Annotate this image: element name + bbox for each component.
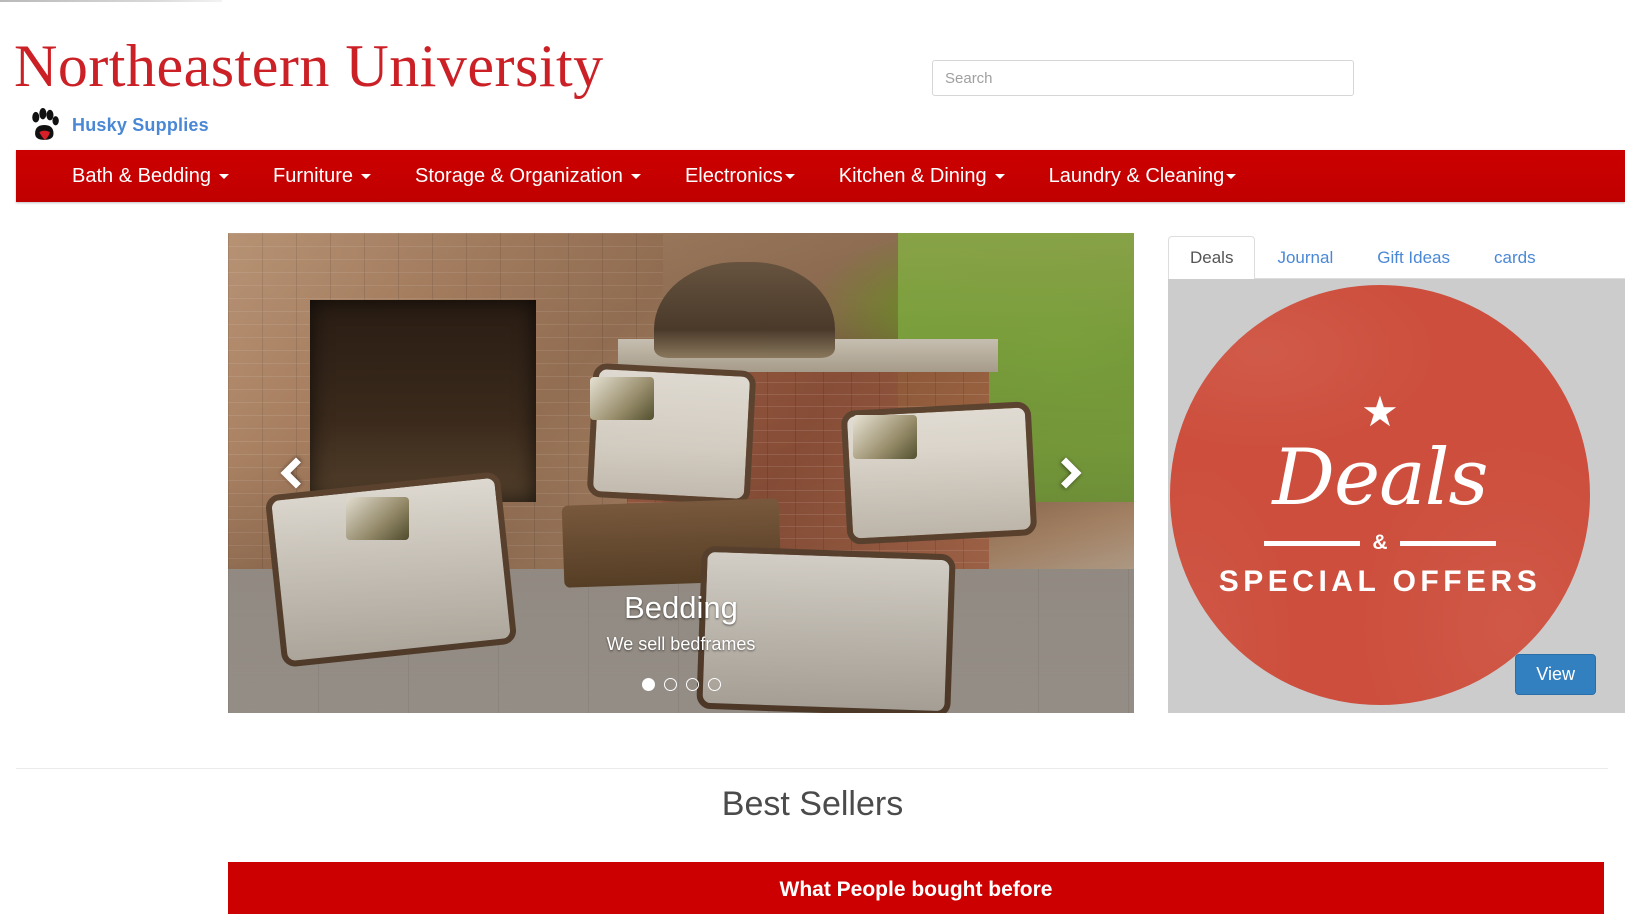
badge-offers-text: SPECIAL OFFERS xyxy=(1218,565,1542,598)
search-container xyxy=(932,60,1354,96)
nav-item-storage-organization[interactable]: Storage & Organization xyxy=(415,159,641,194)
carousel-slide-subtitle: We sell bedframes xyxy=(606,634,756,654)
chevron-right-icon xyxy=(1050,457,1082,489)
tab-journal[interactable]: Journal xyxy=(1255,236,1355,279)
carousel-indicator-3[interactable] xyxy=(685,678,699,691)
nav-item-label: Storage & Organization xyxy=(415,164,623,187)
nav-item-electronics[interactable]: Electronics xyxy=(685,159,795,194)
badge-content: ★ Deals & SPECIAL OFFERS xyxy=(1170,285,1590,705)
best-sellers-heading: Best Sellers xyxy=(721,785,904,823)
badge-ampersand-row: & xyxy=(1264,531,1496,555)
best-sellers-banner: What People bought before xyxy=(228,862,1604,914)
nav-item-bath-bedding[interactable]: Bath & Bedding xyxy=(72,159,229,194)
deals-side-panel: Deals Journal Gift Ideas cards ★ Deals &… xyxy=(1168,233,1625,713)
search-input[interactable] xyxy=(932,60,1354,96)
chevron-down-icon xyxy=(784,173,795,179)
deals-badge-graphic: ★ Deals & SPECIAL OFFERS xyxy=(1170,285,1590,705)
badge-rule-right xyxy=(1399,540,1496,546)
carousel-indicator-2[interactable] xyxy=(663,678,677,691)
chevron-down-icon xyxy=(219,173,229,179)
main-navbar: Bath & Bedding Furniture Storage & Organ… xyxy=(16,150,1625,202)
view-deals-button[interactable]: View xyxy=(1515,654,1596,695)
chevron-left-icon xyxy=(280,457,312,489)
carousel-caption: Bedding We sell bedframes xyxy=(228,589,1134,655)
nav-item-label: Laundry & Cleaning xyxy=(1048,164,1225,187)
nav-item-kitchen-dining[interactable]: Kitchen & Dining xyxy=(839,159,1005,194)
tab-gift-ideas[interactable]: Gift Ideas xyxy=(1355,236,1472,279)
nav-item-furniture[interactable]: Furniture xyxy=(273,159,372,194)
chevron-down-icon xyxy=(630,173,641,179)
chevron-down-icon xyxy=(994,173,1005,179)
deals-tab-pane: ★ Deals & SPECIAL OFFERS View xyxy=(1168,279,1625,713)
tab-cards[interactable]: cards xyxy=(1472,236,1558,279)
badge-script-text: Deals xyxy=(1272,433,1488,523)
nav-item-label: Bath & Bedding xyxy=(72,164,211,187)
nav-item-label: Electronics xyxy=(684,164,783,187)
section-divider xyxy=(16,768,1608,769)
badge-ampersand: & xyxy=(1372,531,1388,554)
nav-item-label: Kitchen & Dining xyxy=(838,164,987,187)
nav-item-label: Furniture xyxy=(273,164,354,187)
husky-supplies-brand[interactable]: Husky Supplies xyxy=(28,108,209,142)
nav-item-list: Bath & Bedding Furniture Storage & Organ… xyxy=(16,150,1625,202)
star-icon: ★ xyxy=(1361,388,1399,435)
husky-supplies-label: Husky Supplies xyxy=(72,114,209,135)
tab-deals[interactable]: Deals xyxy=(1168,236,1256,279)
badge-rule-left xyxy=(1264,540,1361,546)
university-wordmark[interactable]: Northeastern University xyxy=(14,36,604,96)
carousel-indicator-4[interactable] xyxy=(707,678,721,691)
carousel-indicators xyxy=(228,678,1134,691)
chevron-down-icon xyxy=(361,173,372,179)
nav-item-laundry-cleaning[interactable]: Laundry & Cleaning xyxy=(1049,159,1237,194)
carousel-slide-title: Bedding xyxy=(624,589,738,625)
site-header: Northeastern University Husky Supplies xyxy=(0,0,1625,150)
hero-carousel[interactable]: Bedding We sell bedframes xyxy=(228,233,1134,713)
page-root: Northeastern University Husky Supplies B… xyxy=(0,0,1625,914)
side-panel-tabs: Deals Journal Gift Ideas cards xyxy=(1168,233,1625,279)
paw-print-icon xyxy=(32,108,59,140)
carousel-indicator-1[interactable] xyxy=(641,678,655,691)
chevron-down-icon xyxy=(1226,173,1237,179)
